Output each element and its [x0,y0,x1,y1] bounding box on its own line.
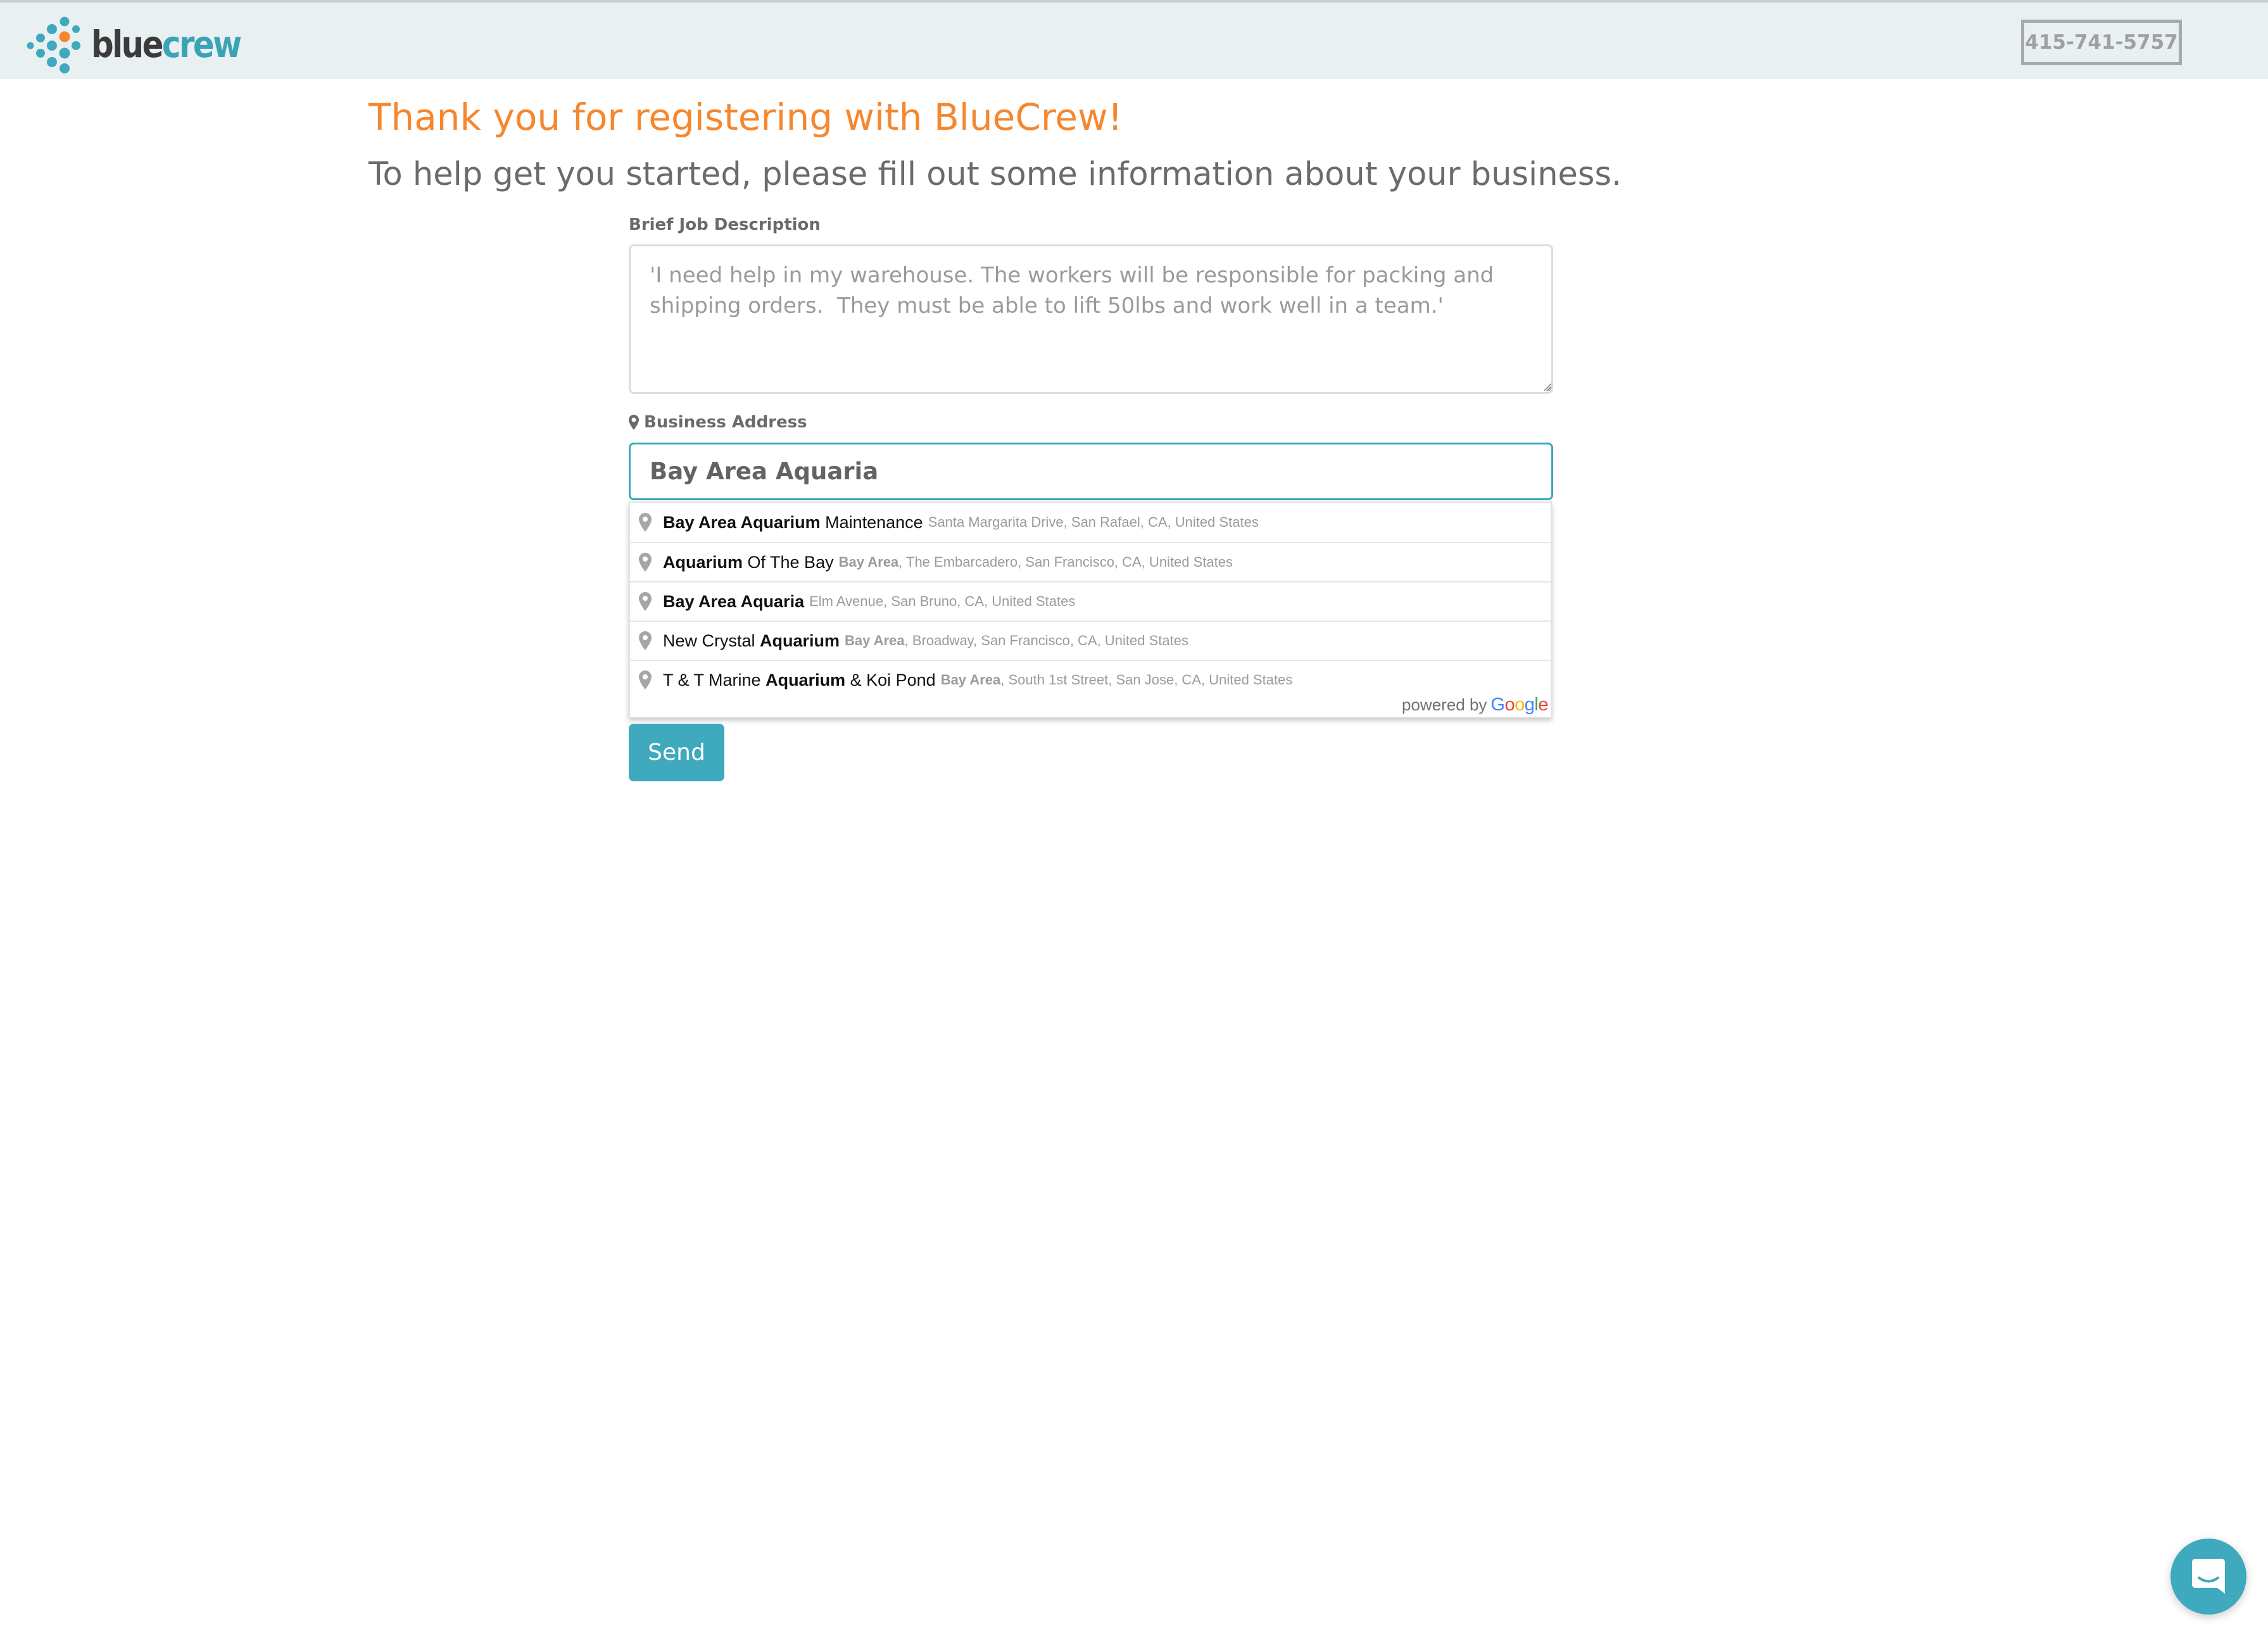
logo-word-crew: crew [161,23,242,66]
suggestion-item[interactable]: Bay Area Aquarium Maintenance Santa Marg… [630,503,1551,542]
suggestion-secondary-text: Bay Area, Broadway, San Francisco, CA, U… [845,633,1188,649]
map-pin-icon [639,671,652,690]
suggestion-match: Bay Area Aquaria [663,591,805,611]
send-button[interactable]: Send [629,724,724,781]
suggestion-main-text: Bay Area Aquarium Maintenance [663,513,923,532]
suggestion-address: , Broadway, San Francisco, CA, United St… [904,633,1188,648]
suggestion-main-text: New Crystal Aquarium [663,631,840,651]
suggestion-main-text: Bay Area Aquaria [663,592,804,612]
suggestion-address: , South 1st Street, San Jose, CA, United… [1000,672,1293,688]
suggestion-address: , The Embarcadero, San Francisco, CA, Un… [898,554,1233,570]
business-address-input[interactable] [629,443,1553,500]
suggestion-text: T & T Marine [663,670,766,690]
suggestion-item[interactable]: Bay Area Aquaria Elm Avenue, San Bruno, … [630,581,1551,620]
google-logo-letter: g [1524,695,1535,715]
suggestion-secondary-text: Santa Margarita Drive, San Rafael, CA, U… [928,514,1259,531]
map-marker-icon [629,415,639,430]
business-address-label-text: Business Address [644,413,807,432]
logo-word-blue: blue [91,23,163,66]
suggestion-secondary-text: Elm Avenue, San Bruno, CA, United States [809,593,1075,610]
map-pin-icon [639,592,652,611]
suggestion-match: Bay Area [845,633,905,648]
suggestion-address: Santa Margarita Drive, San Rafael, CA, U… [928,514,1259,530]
google-logo: Google [1490,695,1548,715]
suggestion-main-text: T & T Marine Aquarium & Koi Pond [663,671,936,690]
business-address-label: Business Address [629,413,807,432]
job-description-textarea[interactable] [629,244,1553,394]
suggestion-match: Aquarium [663,552,743,572]
logo-wordmark: bluecrew [91,23,242,66]
suggestion-text: & Koi Pond [845,670,936,690]
suggestion-item[interactable]: New Crystal Aquarium Bay Area, Broadway,… [630,620,1551,660]
map-pin-icon [639,631,652,650]
suggestion-item[interactable]: T & T Marine Aquarium & Koi Pond Bay Are… [630,660,1551,699]
suggestion-secondary-text: Bay Area, The Embarcadero, San Francisco… [839,554,1233,570]
job-description-label: Brief Job Description [629,215,821,234]
suggestion-text: Of The Bay [743,552,834,572]
suggestion-main-text: Aquarium Of The Bay [663,553,834,572]
suggestion-address: Elm Avenue, San Bruno, CA, United States [809,593,1076,609]
bluecrew-dots-logo-icon [27,16,80,73]
powered-by-google: powered by Google [1402,695,1548,715]
chat-bubble-icon [2192,1559,2225,1594]
google-logo-letter: e [1538,695,1548,715]
page-title: Thank you for registering with BlueCrew! [369,96,1123,139]
map-pin-icon [639,553,652,572]
suggestion-match: Bay Area Aquarium [663,512,821,532]
google-logo-letter: o [1515,695,1525,715]
suggestion-item[interactable]: Aquarium Of The Bay Bay Area, The Embarc… [630,542,1551,581]
page-subtitle: To help get you started, please fill out… [369,156,1622,193]
suggestion-secondary-text: Bay Area, South 1st Street, San Jose, CA… [941,672,1293,688]
bluecrew-logo[interactable]: bluecrew [24,13,265,76]
top-header-bar: bluecrew 415-741-5757 [0,0,2268,79]
google-logo-letter: G [1490,695,1505,715]
suggestion-match: Bay Area [838,554,899,570]
suggestion-text: Maintenance [820,512,923,532]
suggestion-match: Bay Area [940,672,1001,688]
address-suggestions-dropdown: Bay Area Aquarium Maintenance Santa Marg… [629,501,1552,718]
job-description-label-text: Brief Job Description [629,215,821,234]
phone-number-button[interactable]: 415-741-5757 [2021,20,2182,65]
map-pin-icon [639,513,652,532]
resize-grip-icon[interactable] [1543,382,1552,391]
chat-launcher-button[interactable] [2170,1539,2246,1615]
google-logo-letter: o [1504,695,1515,715]
suggestion-match: Aquarium [760,631,840,650]
suggestion-match: Aquarium [765,670,846,690]
suggestion-text: New Crystal [663,631,760,650]
powered-by-text: powered by [1402,695,1487,714]
